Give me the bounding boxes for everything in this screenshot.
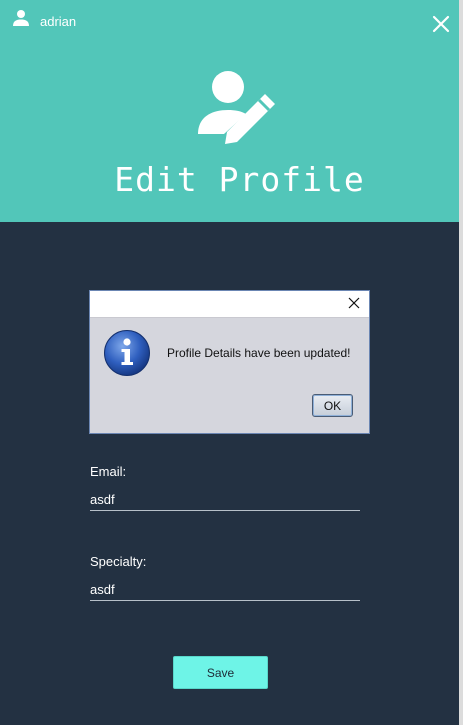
page-title: Edit Profile bbox=[114, 160, 365, 199]
dialog-close-icon[interactable] bbox=[347, 296, 361, 310]
save-button[interactable]: Save bbox=[173, 656, 268, 689]
username-label: adrian bbox=[40, 14, 77, 29]
edit-profile-window: adrian Edit Profile Email: Specialty: Sa… bbox=[0, 0, 459, 725]
specialty-field[interactable] bbox=[90, 578, 360, 601]
info-icon bbox=[104, 330, 150, 376]
ok-button[interactable]: OK bbox=[312, 394, 353, 417]
edit-user-icon bbox=[198, 71, 275, 144]
user-icon bbox=[13, 10, 29, 26]
specialty-label: Specialty: bbox=[90, 554, 147, 569]
dialog-titlebar bbox=[90, 291, 369, 318]
email-field[interactable] bbox=[90, 488, 360, 511]
background-strip-right bbox=[459, 0, 463, 725]
info-dialog: Profile Details have been updated! OK bbox=[89, 290, 370, 434]
close-icon[interactable] bbox=[430, 13, 452, 35]
email-label: Email: bbox=[90, 464, 127, 479]
dialog-message: Profile Details have been updated! bbox=[167, 346, 351, 360]
header: adrian Edit Profile bbox=[0, 0, 459, 222]
